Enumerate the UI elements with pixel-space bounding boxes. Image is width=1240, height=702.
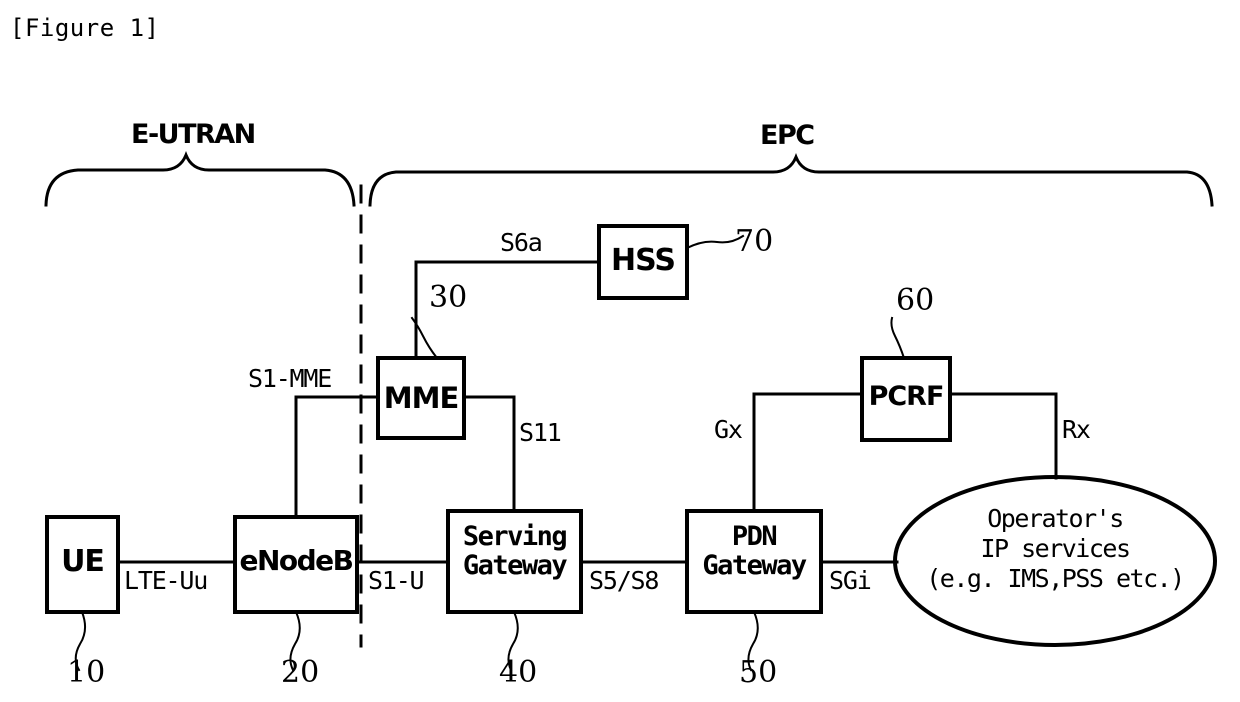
box-ue xyxy=(45,515,120,614)
link-gx xyxy=(752,392,864,513)
link-s11 xyxy=(462,395,516,513)
brace-e-utran xyxy=(44,150,356,207)
cloud-label-line3: (e.g. IMS,PSS etc.) xyxy=(926,564,1185,593)
box-pdn-gateway xyxy=(685,509,823,614)
interface-label-s1-u: S1-U xyxy=(368,566,425,595)
interface-label-s5-s8: S5/S8 xyxy=(589,566,659,595)
figure-canvas: [Figure 1] E-UTRAN EPC UE eNodeB MME Ser… xyxy=(0,0,1240,702)
box-serving-gateway xyxy=(446,509,583,614)
domain-label-e-utran: E-UTRAN xyxy=(131,119,256,150)
cloud-label-line1: Operator's xyxy=(987,504,1124,533)
box-hss xyxy=(597,224,689,300)
ref-num-hss: 70 xyxy=(735,224,774,259)
link-s1-mme xyxy=(294,395,380,519)
ref-num-enodeb: 20 xyxy=(281,655,320,690)
cloud-label-line2: IP services xyxy=(980,534,1131,563)
box-pcrf xyxy=(860,356,952,442)
ref-num-pcrf: 60 xyxy=(896,283,935,318)
interface-label-lte-uu: LTE-Uu xyxy=(124,566,208,595)
interface-label-rx: Rx xyxy=(1062,415,1091,444)
brace-epc xyxy=(368,152,1214,207)
domain-label-epc: EPC xyxy=(760,120,815,151)
box-mme xyxy=(376,356,466,440)
interface-label-s1-mme: S1-MME xyxy=(248,364,332,393)
ref-num-ue: 10 xyxy=(67,655,106,690)
ref-num-pdn-gateway: 50 xyxy=(739,655,778,690)
interface-label-sgi: SGi xyxy=(829,566,872,595)
interface-label-s11: S11 xyxy=(519,418,562,447)
ref-num-mme: 30 xyxy=(429,280,468,315)
ref-num-serving-gateway: 40 xyxy=(499,655,538,690)
leader-pcrf xyxy=(890,316,906,360)
diagram-lines xyxy=(44,150,1217,672)
box-enodeb xyxy=(233,515,359,614)
interface-label-gx: Gx xyxy=(714,415,743,444)
link-rx xyxy=(948,392,1058,480)
interface-label-s6a: S6a xyxy=(500,228,543,257)
